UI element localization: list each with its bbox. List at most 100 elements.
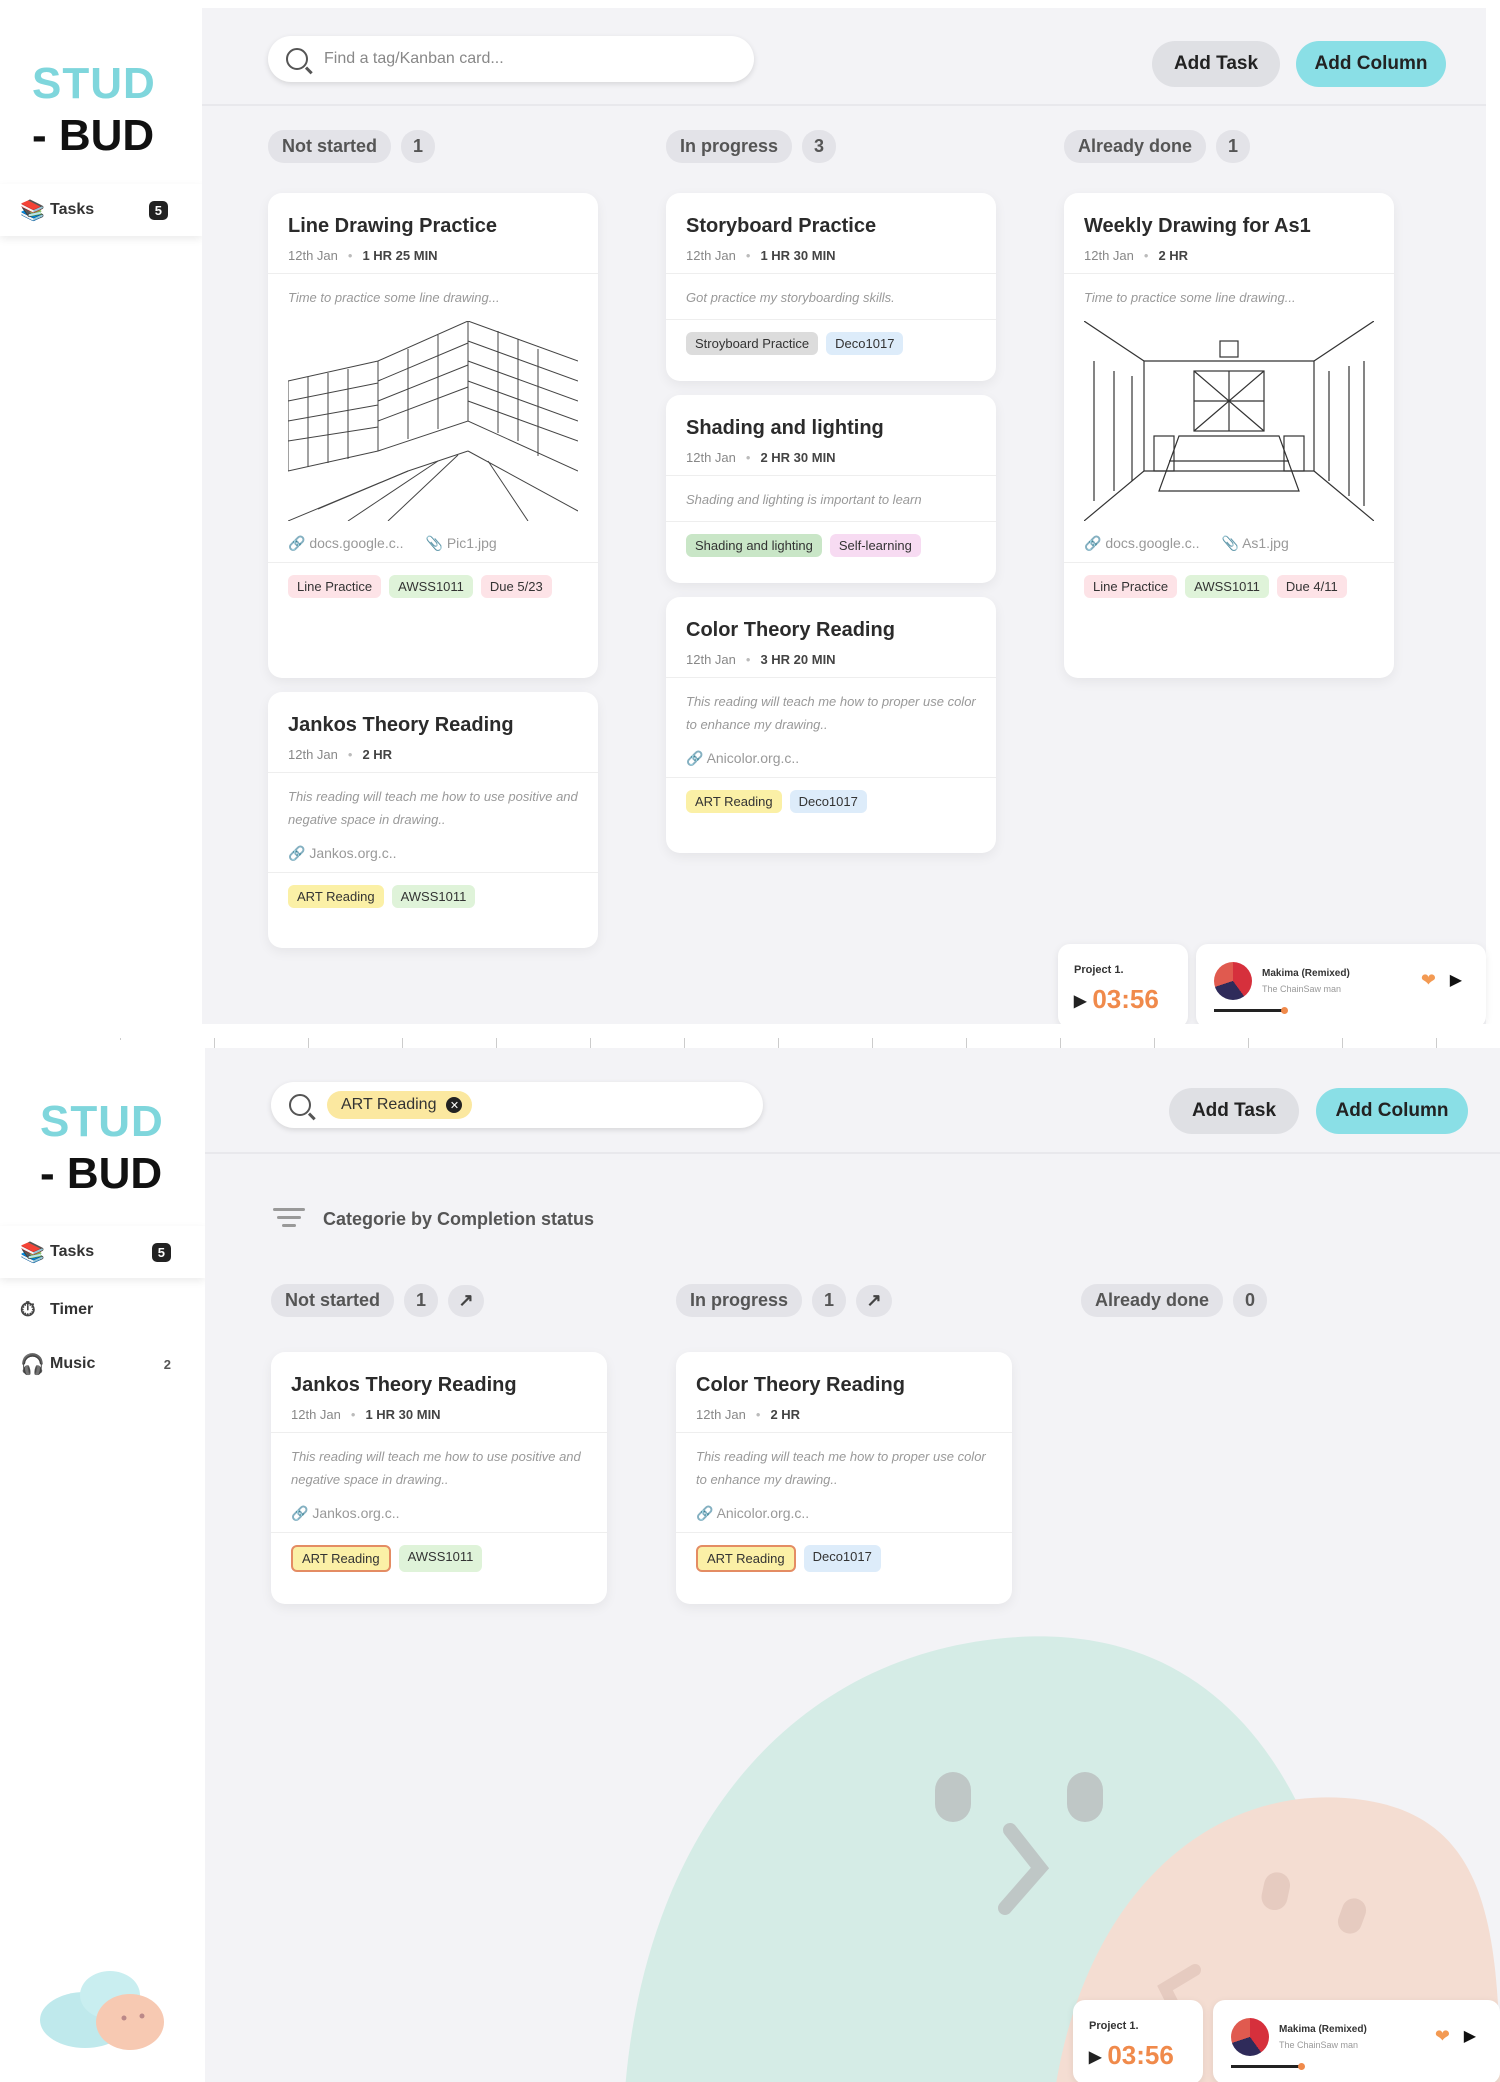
column-header-already-done: Already done 0 bbox=[1081, 1284, 1268, 1317]
card-attachments: 🔗 docs.google.c.. 📎 Pic1.jpg bbox=[268, 525, 598, 562]
add-task-button[interactable]: Add Task bbox=[1169, 1088, 1299, 1134]
task-card-storyboard[interactable]: Storyboard Practice 12th Jan • 1 HR 30 MIN… bbox=[666, 193, 996, 381]
card-meta: 12th Jan • 1 HR 25 MIN bbox=[288, 248, 438, 263]
task-card-line-drawing[interactable]: Line Drawing Practice 12th Jan • 1 HR 25 M… bbox=[268, 193, 598, 678]
sidebar-item-label: Tasks bbox=[50, 201, 95, 218]
heart-icon[interactable]: ❤ bbox=[1435, 2026, 1450, 2047]
card-image-bedroom-sketch[interactable] bbox=[1083, 320, 1375, 522]
sidebar-item-tasks[interactable]: 📚 Tasks 5 bbox=[0, 1226, 205, 1278]
link-attachment[interactable]: 🔗 docs.google.c.. bbox=[288, 535, 404, 552]
link-attachment[interactable]: 🔗 Anicolor.org.c.. bbox=[696, 1505, 809, 1522]
play-icon[interactable]: ▶ bbox=[1450, 970, 1462, 990]
task-card-jankos[interactable]: Jankos Theory Reading 12th Jan • 1 HR 30 M… bbox=[271, 1352, 607, 1604]
task-card-color-theory[interactable]: Color Theory Reading 12th Jan • 2 HR This … bbox=[676, 1352, 1012, 1604]
card-tags: ART Reading AWSS1011 bbox=[268, 873, 598, 922]
tag-chip[interactable]: ART Reading bbox=[686, 790, 782, 813]
column-count: 1 bbox=[401, 130, 436, 163]
music-progress-bar[interactable] bbox=[1231, 2063, 1305, 2070]
link-attachment[interactable]: 🔗 docs.google.c.. bbox=[1084, 535, 1200, 552]
card-description: This reading will teach me how to use po… bbox=[288, 789, 578, 827]
sidebar-item-label: Tasks bbox=[50, 1243, 95, 1260]
tag-chip[interactable]: Due 4/11 bbox=[1276, 575, 1347, 598]
task-card-weekly-drawing[interactable]: Weekly Drawing for As1 12th Jan • 2 HR Tim… bbox=[1064, 193, 1394, 678]
clear-filter-icon[interactable]: ✕ bbox=[446, 1097, 463, 1113]
heart-icon[interactable]: ❤ bbox=[1421, 970, 1436, 991]
sidebar-item-tasks[interactable]: 📚 Tasks 5 bbox=[0, 184, 202, 236]
search-input[interactable]: ART Reading ✕ bbox=[271, 1082, 763, 1128]
expand-arrow-icon[interactable]: ↗ bbox=[448, 1284, 485, 1317]
music-player-widget[interactable]: Makima (Remixed) The ChainSaw man ❤ ▶ bbox=[1213, 2000, 1500, 2082]
tag-chip[interactable]: Due 5/23 bbox=[480, 575, 552, 598]
card-tags: Line Practice AWSS1011 Due 4/11 bbox=[1064, 563, 1394, 612]
card-attachments: 🔗 Anicolor.org.c.. bbox=[676, 1495, 1012, 1532]
task-card-color-theory[interactable]: Color Theory Reading 12th Jan • 3 HR 20 MI… bbox=[666, 597, 996, 853]
card-description: This reading will teach me how to proper… bbox=[686, 694, 976, 732]
tag-chip[interactable]: AWSS1011 bbox=[1185, 575, 1269, 598]
column-header-in-progress: In progress 3 bbox=[666, 130, 837, 163]
card-title: Color Theory Reading bbox=[696, 1374, 905, 1396]
file-attachment[interactable]: 📎 Pic1.jpg bbox=[426, 535, 497, 552]
tag-chip[interactable]: ART Reading bbox=[288, 885, 384, 908]
tag-chip[interactable]: Shading and lighting bbox=[686, 534, 822, 557]
card-description: Shading and lighting is important to lea… bbox=[686, 492, 922, 507]
category-filter[interactable]: Categorie by Completion status bbox=[273, 1206, 594, 1232]
project-timer-widget[interactable]: Project 1. ▶ 03:56 bbox=[1058, 944, 1188, 1024]
music-progress-bar[interactable] bbox=[1214, 1007, 1288, 1014]
books-icon: 📚 bbox=[20, 199, 45, 222]
task-card-shading[interactable]: Shading and lighting 12th Jan • 2 HR 30 MI… bbox=[666, 395, 996, 583]
music-player-widget[interactable]: Makima (Remixed) The ChainSaw man ❤ ▶ bbox=[1196, 944, 1486, 1024]
cloud-mascot-illustration bbox=[40, 1971, 164, 2050]
tag-chip[interactable]: Deco1017 bbox=[803, 1545, 881, 1572]
card-attachments: 🔗 Jankos.org.c.. bbox=[268, 835, 598, 872]
card-meta: 12th Jan • 2 HR bbox=[288, 747, 393, 762]
play-icon[interactable]: ▶ bbox=[1074, 993, 1086, 1010]
tag-chip[interactable]: Deco1017 bbox=[789, 790, 867, 813]
link-attachment[interactable]: 🔗 Anicolor.org.c.. bbox=[686, 750, 799, 767]
column-label: Already done bbox=[1064, 130, 1207, 163]
add-task-button[interactable]: Add Task bbox=[1152, 41, 1280, 87]
card-description: Time to practice some line drawing... bbox=[288, 290, 500, 305]
card-attachments: 🔗 docs.google.c.. 📎 As1.jpg bbox=[1064, 525, 1394, 562]
task-card-jankos[interactable]: Jankos Theory Reading 12th Jan • 2 HR This… bbox=[268, 692, 598, 948]
column-count: 0 bbox=[1233, 1284, 1268, 1317]
tag-chip[interactable]: Stroyboard Practice bbox=[686, 332, 819, 355]
header-divider bbox=[205, 1152, 1500, 1154]
play-icon[interactable]: ▶ bbox=[1464, 2026, 1476, 2046]
song-artist: The ChainSaw man bbox=[1262, 984, 1342, 994]
sidebar-item-timer[interactable]: ⏱ Timer bbox=[0, 1284, 205, 1336]
column-label: In progress bbox=[666, 130, 793, 163]
tag-chip[interactable]: Line Practice bbox=[288, 575, 382, 598]
screen-separator bbox=[0, 1024, 1500, 1048]
link-icon: 🔗 bbox=[686, 750, 704, 766]
timer-value: ▶ 03:56 bbox=[1089, 2040, 1174, 2070]
add-column-button[interactable]: Add Column bbox=[1296, 41, 1446, 87]
play-icon[interactable]: ▶ bbox=[1089, 2049, 1101, 2066]
tag-chip[interactable]: Self-learning bbox=[829, 534, 921, 557]
music-count: 2 bbox=[163, 1356, 171, 1372]
sidebar-item-music[interactable]: 🎧 Music 2 bbox=[0, 1338, 205, 1390]
expand-arrow-icon[interactable]: ↗ bbox=[856, 1284, 893, 1317]
card-image-building-sketch[interactable] bbox=[287, 320, 579, 522]
link-attachment[interactable]: 🔗 Jankos.org.c.. bbox=[288, 845, 396, 862]
project-timer-widget[interactable]: Project 1. ▶ 03:56 bbox=[1073, 2000, 1203, 2082]
tag-chip[interactable]: ART Reading bbox=[696, 1545, 796, 1572]
column-count: 1 bbox=[404, 1284, 439, 1317]
active-filter-chip[interactable]: ART Reading ✕ bbox=[327, 1091, 473, 1119]
link-attachment[interactable]: 🔗 Jankos.org.c.. bbox=[291, 1505, 399, 1522]
search-placeholder: Find a tag/Kanban card... bbox=[324, 50, 504, 67]
card-description: This reading will teach me how to use po… bbox=[291, 1449, 581, 1487]
search-icon bbox=[289, 1094, 311, 1116]
tag-chip[interactable]: Deco1017 bbox=[826, 332, 904, 355]
tag-chip[interactable]: AWSS1011 bbox=[389, 575, 473, 598]
file-attachment[interactable]: 📎 As1.jpg bbox=[1222, 535, 1289, 552]
tag-chip[interactable]: ART Reading bbox=[291, 1545, 391, 1572]
search-input[interactable]: Find a tag/Kanban card... bbox=[268, 36, 754, 82]
tag-chip[interactable]: Line Practice bbox=[1084, 575, 1178, 598]
tag-chip[interactable]: AWSS1011 bbox=[398, 1545, 483, 1572]
timer-label: Project 1. bbox=[1074, 964, 1124, 976]
tag-chip[interactable]: AWSS1011 bbox=[391, 885, 476, 908]
paperclip-icon: 📎 bbox=[425, 535, 443, 551]
add-column-button[interactable]: Add Column bbox=[1316, 1088, 1468, 1134]
card-title: Color Theory Reading bbox=[686, 619, 895, 641]
card-title: Shading and lighting bbox=[686, 417, 884, 439]
